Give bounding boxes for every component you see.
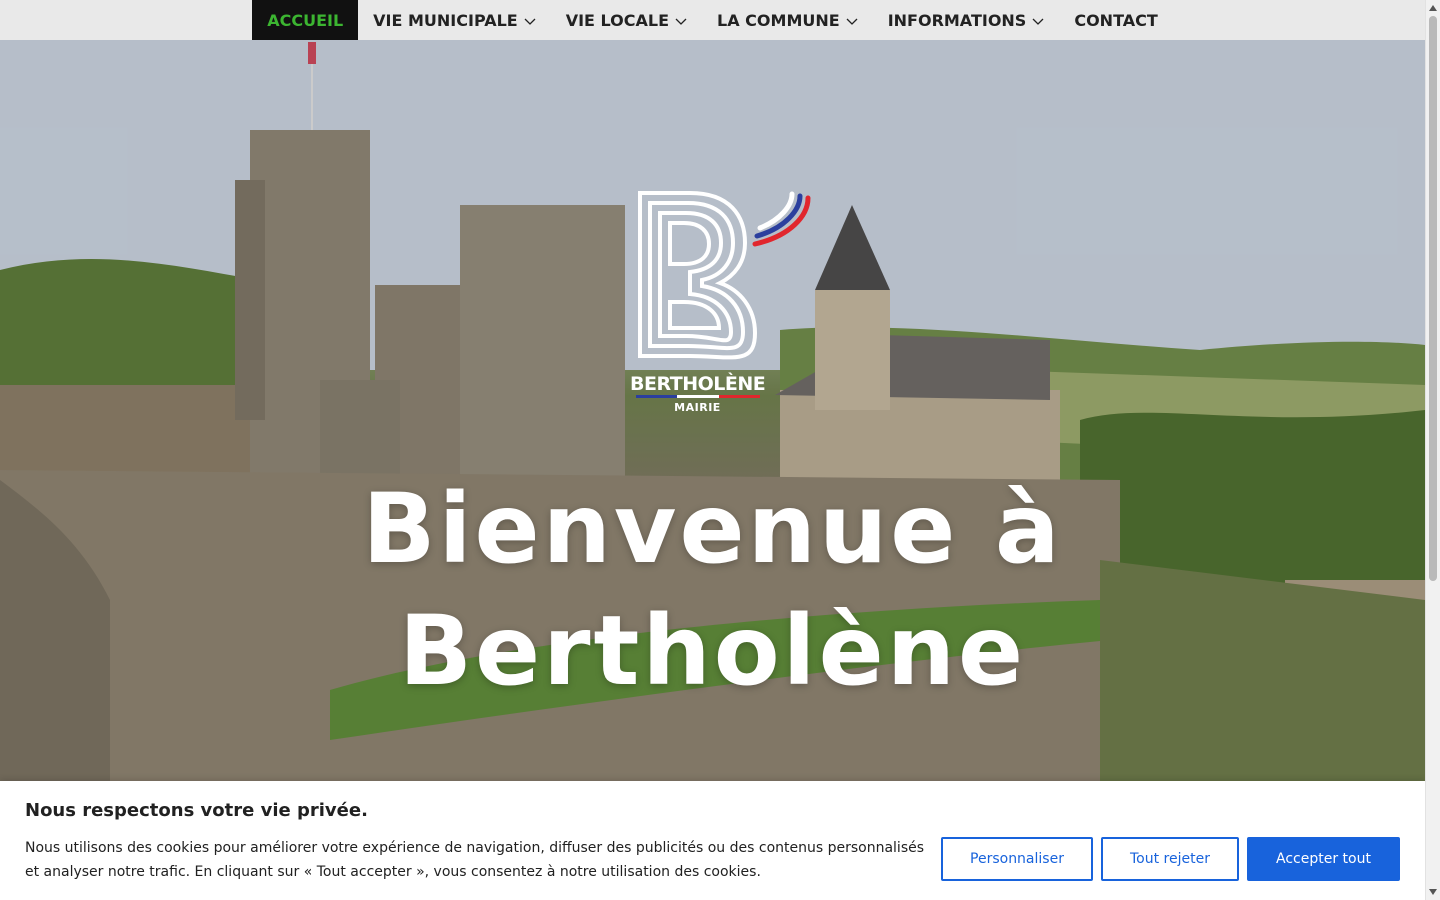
cookie-banner-text: Nous utilisons des cookies pour améliore… [25, 840, 925, 880]
chevron-down-icon [846, 11, 858, 30]
nav-item-label: VIE MUNICIPALE [373, 10, 518, 30]
nav-item-label: LA COMMUNE [717, 10, 840, 30]
hero-title-line-1: Bienvenue à [362, 473, 1063, 585]
nav-item-informations[interactable]: INFORMATIONS [873, 0, 1060, 40]
nav-item-label: VIE LOCALE [565, 10, 670, 30]
chevron-down-icon [524, 11, 536, 30]
nav-item-label: CONTACT [1074, 10, 1158, 30]
nav-item-contact[interactable]: CONTACT [1059, 0, 1172, 40]
main-navigation: ACCUEIL VIE MUNICIPALE VIE LOCALE LA COM… [0, 0, 1425, 40]
chevron-down-icon [675, 11, 687, 30]
hero-banner: BERTHOLÈNE MAIRIE Bienvenue à Bertholène [0, 40, 1425, 781]
cookie-banner-title: Nous respectons votre vie privée. [25, 800, 368, 821]
nav-item-la-commune[interactable]: LA COMMUNE [702, 0, 873, 40]
chevron-down-icon [1032, 11, 1044, 30]
accept-all-cookies-button[interactable]: Accepter tout [1247, 837, 1400, 881]
nav-item-accueil[interactable]: ACCUEIL [252, 0, 359, 40]
logo-text-name: BERTHOLÈNE [630, 373, 766, 395]
page-scrollbar[interactable] [1425, 0, 1440, 900]
tricolor-stripe [636, 395, 760, 398]
reject-all-cookies-button[interactable]: Tout rejeter [1101, 837, 1239, 881]
nav-menu: ACCUEIL VIE MUNICIPALE VIE LOCALE LA COM… [252, 0, 1173, 40]
scroll-down-arrow-icon[interactable] [1429, 889, 1437, 895]
hero-title-line-2: Bertholène [398, 595, 1027, 707]
logo-text-subtitle: MAIRIE [674, 401, 721, 414]
hero-title: Bienvenue à Bertholène [0, 468, 1425, 712]
nav-item-label: ACCUEIL [267, 10, 344, 30]
scrollbar-thumb[interactable] [1429, 16, 1437, 581]
customize-cookies-button[interactable]: Personnaliser [941, 837, 1093, 881]
nav-item-vie-locale[interactable]: VIE LOCALE [551, 0, 702, 40]
cookie-consent-banner: Nous respectons votre vie privée. Nous u… [0, 781, 1425, 900]
nav-item-label: INFORMATIONS [887, 10, 1027, 30]
scroll-up-arrow-icon[interactable] [1429, 5, 1437, 11]
nav-item-vie-municipale[interactable]: VIE MUNICIPALE [358, 0, 551, 40]
